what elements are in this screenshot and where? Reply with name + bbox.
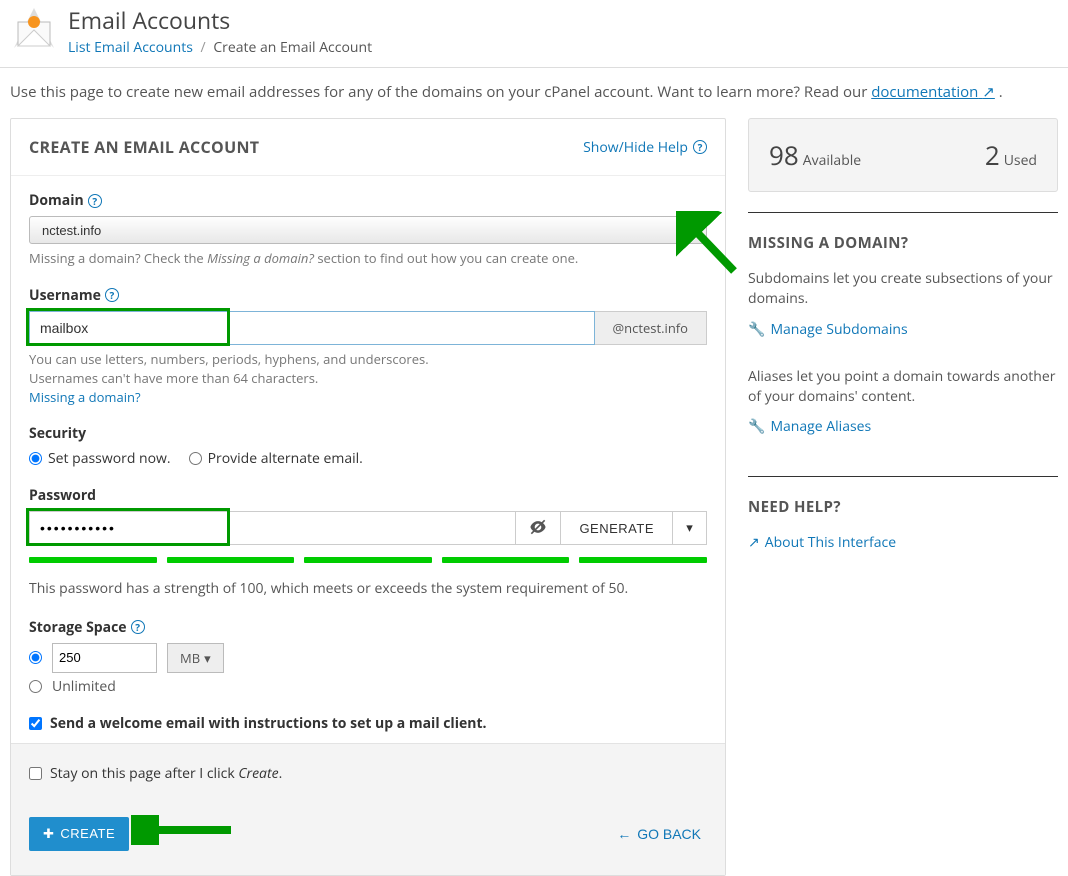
- missing-domain-heading: MISSING A DOMAIN?: [748, 233, 1058, 253]
- storage-unlimited-option[interactable]: Unlimited: [29, 677, 707, 696]
- plus-icon: ✚: [43, 826, 54, 842]
- help-icon[interactable]: ?: [105, 288, 119, 302]
- wrench-icon: 🔧: [748, 320, 765, 339]
- wrench-icon: 🔧: [748, 417, 765, 436]
- documentation-link[interactable]: documentation ↗: [871, 82, 995, 102]
- security-alt-email-option[interactable]: Provide alternate email.: [189, 449, 363, 468]
- arrow-left-icon: ←: [617, 826, 631, 842]
- domain-select[interactable]: nctest.info: [29, 216, 707, 244]
- panel-title: CREATE AN EMAIL ACCOUNT: [29, 136, 259, 158]
- security-set-now-option[interactable]: Set password now.: [29, 449, 171, 468]
- generate-password-button[interactable]: GENERATE: [561, 511, 673, 545]
- generate-options-button[interactable]: ▾: [673, 511, 707, 545]
- storage-amount-input[interactable]: [52, 643, 157, 673]
- external-link-icon: ↗: [982, 82, 995, 102]
- create-button[interactable]: ✚ CREATE: [29, 817, 129, 851]
- subdomains-description: Subdomains let you create subsections of…: [748, 269, 1058, 310]
- page-title: Email Accounts: [68, 4, 372, 36]
- manage-subdomains-link[interactable]: 🔧 Manage Subdomains: [748, 320, 908, 339]
- domain-hint: Missing a domain? Check the Missing a do…: [29, 249, 707, 268]
- username-input[interactable]: [29, 311, 595, 345]
- used-count: 2: [985, 137, 1000, 173]
- help-icon[interactable]: ?: [88, 194, 102, 208]
- storage-fixed-option[interactable]: MB▾: [29, 643, 707, 673]
- external-link-icon: ↗: [748, 533, 760, 552]
- domain-label: Domain ?: [29, 191, 707, 210]
- breadcrumb: List Email Accounts / Create an Email Ac…: [68, 38, 372, 57]
- caret-down-icon: ▾: [204, 649, 211, 667]
- breadcrumb-link-list[interactable]: List Email Accounts: [68, 38, 193, 57]
- available-count: 98: [769, 137, 799, 173]
- help-icon[interactable]: ?: [131, 620, 145, 634]
- send-welcome-checkbox[interactable]: Send a welcome email with instructions t…: [29, 714, 707, 733]
- intro-text: Use this page to create new email addres…: [0, 82, 1068, 118]
- help-icon: ?: [693, 140, 707, 154]
- username-domain-addon: @nctest.info: [595, 311, 707, 345]
- password-input[interactable]: [29, 511, 516, 545]
- about-interface-link[interactable]: ↗ About This Interface: [748, 533, 896, 552]
- annotation-arrow: [131, 815, 241, 845]
- username-label: Username ?: [29, 286, 707, 305]
- need-help-heading: NEED HELP?: [748, 497, 1058, 517]
- breadcrumb-current: Create an Email Account: [213, 38, 372, 57]
- password-strength-text: This password has a strength of 100, whi…: [29, 579, 707, 599]
- manage-aliases-link[interactable]: 🔧 Manage Aliases: [748, 417, 871, 436]
- show-hide-help-link[interactable]: Show/Hide Help ?: [583, 138, 707, 157]
- password-label: Password: [29, 486, 707, 505]
- storage-unit-select[interactable]: MB▾: [167, 643, 224, 673]
- go-back-button[interactable]: ← GO BACK: [611, 825, 707, 843]
- aliases-description: Aliases let you point a domain towards a…: [748, 367, 1058, 408]
- username-hint: You can use letters, numbers, periods, h…: [29, 350, 707, 407]
- email-envelope-icon: [10, 4, 58, 52]
- password-strength-bar: [29, 557, 707, 563]
- stats-box: 98Available 2Used: [748, 118, 1058, 192]
- missing-domain-link[interactable]: Missing a domain?: [29, 388, 141, 406]
- storage-label: Storage Space ?: [29, 618, 707, 637]
- caret-down-icon: ▾: [686, 520, 693, 536]
- toggle-password-visibility-button[interactable]: [516, 511, 561, 545]
- security-label: Security: [29, 424, 707, 443]
- eye-off-icon: [528, 517, 548, 540]
- stay-on-page-checkbox[interactable]: Stay on this page after I click Create.: [29, 764, 707, 783]
